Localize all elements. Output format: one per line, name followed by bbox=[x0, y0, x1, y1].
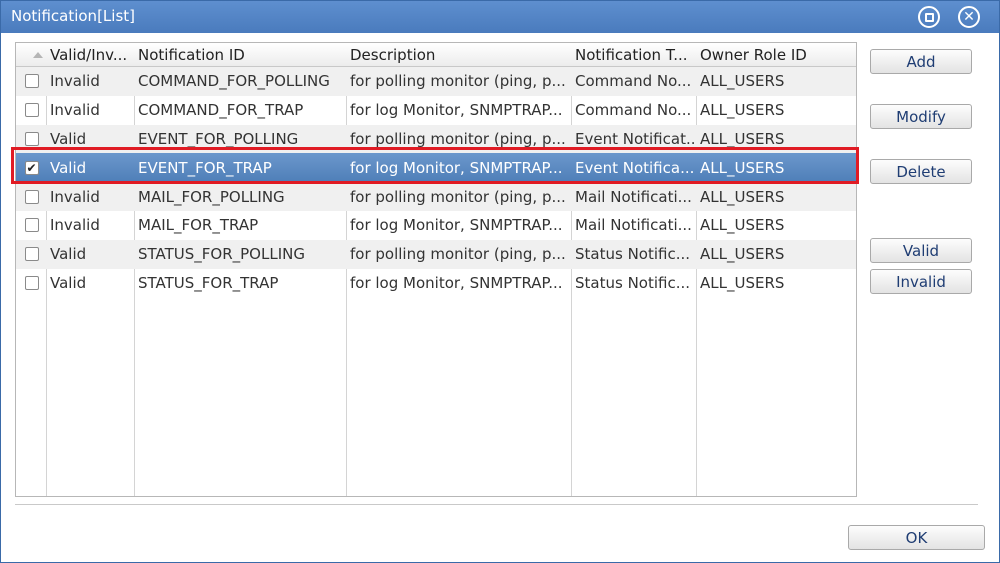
row-description: for log Monitor, SNMPTRAP... bbox=[350, 158, 563, 177]
table-row[interactable]: Invalid MAIL_FOR_POLLING for polling monit… bbox=[16, 182, 856, 211]
table-row[interactable]: Invalid MAIL_FOR_TRAP for log Monitor, SNM… bbox=[16, 211, 856, 240]
row-select-cell[interactable] bbox=[16, 125, 47, 154]
row-valid: Invalid bbox=[50, 187, 100, 206]
header-notification-id[interactable]: Notification ID bbox=[135, 43, 347, 66]
row-owner-role-id: ALL_USERS bbox=[700, 216, 785, 235]
row-owner-role-id: ALL_USERS bbox=[700, 129, 785, 148]
header-valid[interactable]: Valid/Inv... bbox=[47, 43, 135, 66]
row-notification-type: Status Notific... bbox=[575, 273, 691, 292]
row-valid: Valid bbox=[50, 158, 87, 177]
table-row[interactable]: Valid STATUS_FOR_TRAP for log Monitor, SNM… bbox=[16, 269, 856, 298]
row-checkbox[interactable]: ✔ bbox=[24, 160, 39, 175]
table-row[interactable]: ✔ Valid EVENT_FOR_TRAP for log Monitor, SNM… bbox=[16, 153, 856, 183]
header-notification-type[interactable]: Notification T... bbox=[572, 43, 697, 66]
notification-list-dialog: Notification[List] ✕ Valid/Inv... Notifi… bbox=[0, 0, 1000, 563]
row-description: for polling monitor (ping, p... bbox=[350, 129, 566, 148]
footer-divider bbox=[15, 504, 978, 505]
row-notification-id: STATUS_FOR_TRAP bbox=[138, 273, 279, 292]
row-select-cell[interactable] bbox=[16, 96, 47, 125]
add-button[interactable]: Add bbox=[870, 49, 972, 74]
row-valid: Invalid bbox=[50, 101, 100, 120]
sort-arrow-icon bbox=[33, 52, 43, 58]
header-select[interactable] bbox=[16, 43, 47, 66]
row-notification-id: COMMAND_FOR_TRAP bbox=[138, 101, 304, 120]
row-description: for polling monitor (ping, p... bbox=[350, 72, 566, 91]
notification-table: Valid/Inv... Notification ID Description… bbox=[15, 42, 857, 497]
row-notification-id: EVENT_FOR_POLLING bbox=[138, 129, 299, 148]
row-notification-type: Mail Notificati... bbox=[575, 216, 692, 235]
table-row[interactable]: Invalid COMMAND_FOR_POLLING for polling mo… bbox=[16, 67, 856, 96]
row-description: for polling monitor (ping, p... bbox=[350, 187, 566, 206]
restore-glyph bbox=[924, 12, 934, 22]
row-checkbox[interactable] bbox=[24, 218, 39, 233]
valid-button[interactable]: Valid bbox=[870, 238, 972, 263]
row-checkbox[interactable] bbox=[24, 189, 39, 204]
delete-button[interactable]: Delete bbox=[870, 159, 972, 184]
invalid-button[interactable]: Invalid bbox=[870, 269, 972, 294]
row-checkbox[interactable] bbox=[24, 275, 39, 290]
row-notification-type: Command No... bbox=[575, 72, 692, 91]
row-select-cell[interactable]: ✔ bbox=[16, 153, 47, 182]
row-checkbox[interactable] bbox=[24, 131, 39, 146]
row-select-cell[interactable] bbox=[16, 240, 47, 269]
header-owner-role-id[interactable]: Owner Role ID bbox=[697, 43, 856, 66]
row-select-cell[interactable] bbox=[16, 67, 47, 96]
table-header: Valid/Inv... Notification ID Description… bbox=[16, 43, 856, 67]
row-owner-role-id: ALL_USERS bbox=[700, 187, 785, 206]
window-title: Notification[List] bbox=[11, 7, 135, 25]
row-owner-role-id: ALL_USERS bbox=[700, 101, 785, 120]
row-owner-role-id: ALL_USERS bbox=[700, 158, 785, 177]
restore-icon[interactable] bbox=[918, 6, 940, 28]
row-select-cell[interactable] bbox=[16, 269, 47, 298]
row-notification-type: Event Notificat... bbox=[575, 129, 697, 148]
row-notification-id: EVENT_FOR_TRAP bbox=[138, 158, 272, 177]
row-description: for log Monitor, SNMPTRAP... bbox=[350, 273, 563, 292]
row-owner-role-id: ALL_USERS bbox=[700, 273, 785, 292]
title-bar: Notification[List] ✕ bbox=[1, 1, 999, 33]
row-notification-type: Event Notifica... bbox=[575, 158, 695, 177]
row-description: for polling monitor (ping, p... bbox=[350, 245, 566, 264]
row-notification-type: Mail Notificati... bbox=[575, 187, 692, 206]
row-notification-id: STATUS_FOR_POLLING bbox=[138, 245, 305, 264]
ok-button[interactable]: OK bbox=[848, 525, 985, 550]
table-row[interactable]: Invalid COMMAND_FOR_TRAP for log Monitor, … bbox=[16, 96, 856, 125]
row-valid: Invalid bbox=[50, 72, 100, 91]
row-select-cell[interactable] bbox=[16, 182, 47, 211]
row-owner-role-id: ALL_USERS bbox=[700, 72, 785, 91]
row-notification-id: COMMAND_FOR_POLLING bbox=[138, 72, 330, 91]
row-notification-type: Status Notific... bbox=[575, 245, 691, 264]
row-notification-type: Command No... bbox=[575, 101, 692, 120]
modify-button[interactable]: Modify bbox=[870, 104, 972, 129]
row-valid: Valid bbox=[50, 129, 87, 148]
row-valid: Valid bbox=[50, 245, 87, 264]
row-checkbox[interactable] bbox=[24, 103, 39, 118]
row-notification-id: MAIL_FOR_POLLING bbox=[138, 187, 285, 206]
close-icon[interactable]: ✕ bbox=[958, 6, 980, 28]
header-description[interactable]: Description bbox=[347, 43, 572, 66]
row-description: for log Monitor, SNMPTRAP... bbox=[350, 101, 563, 120]
row-checkbox[interactable] bbox=[24, 74, 39, 89]
table-row[interactable]: Valid STATUS_FOR_POLLING for polling monit… bbox=[16, 239, 856, 269]
row-owner-role-id: ALL_USERS bbox=[700, 245, 785, 264]
row-valid: Invalid bbox=[50, 216, 100, 235]
row-select-cell[interactable] bbox=[16, 211, 47, 240]
row-valid: Valid bbox=[50, 273, 87, 292]
row-notification-id: MAIL_FOR_TRAP bbox=[138, 216, 259, 235]
row-checkbox[interactable] bbox=[24, 247, 39, 262]
row-description: for log Monitor, SNMPTRAP... bbox=[350, 216, 563, 235]
table-row[interactable]: Valid EVENT_FOR_POLLING for polling monito… bbox=[16, 124, 856, 154]
